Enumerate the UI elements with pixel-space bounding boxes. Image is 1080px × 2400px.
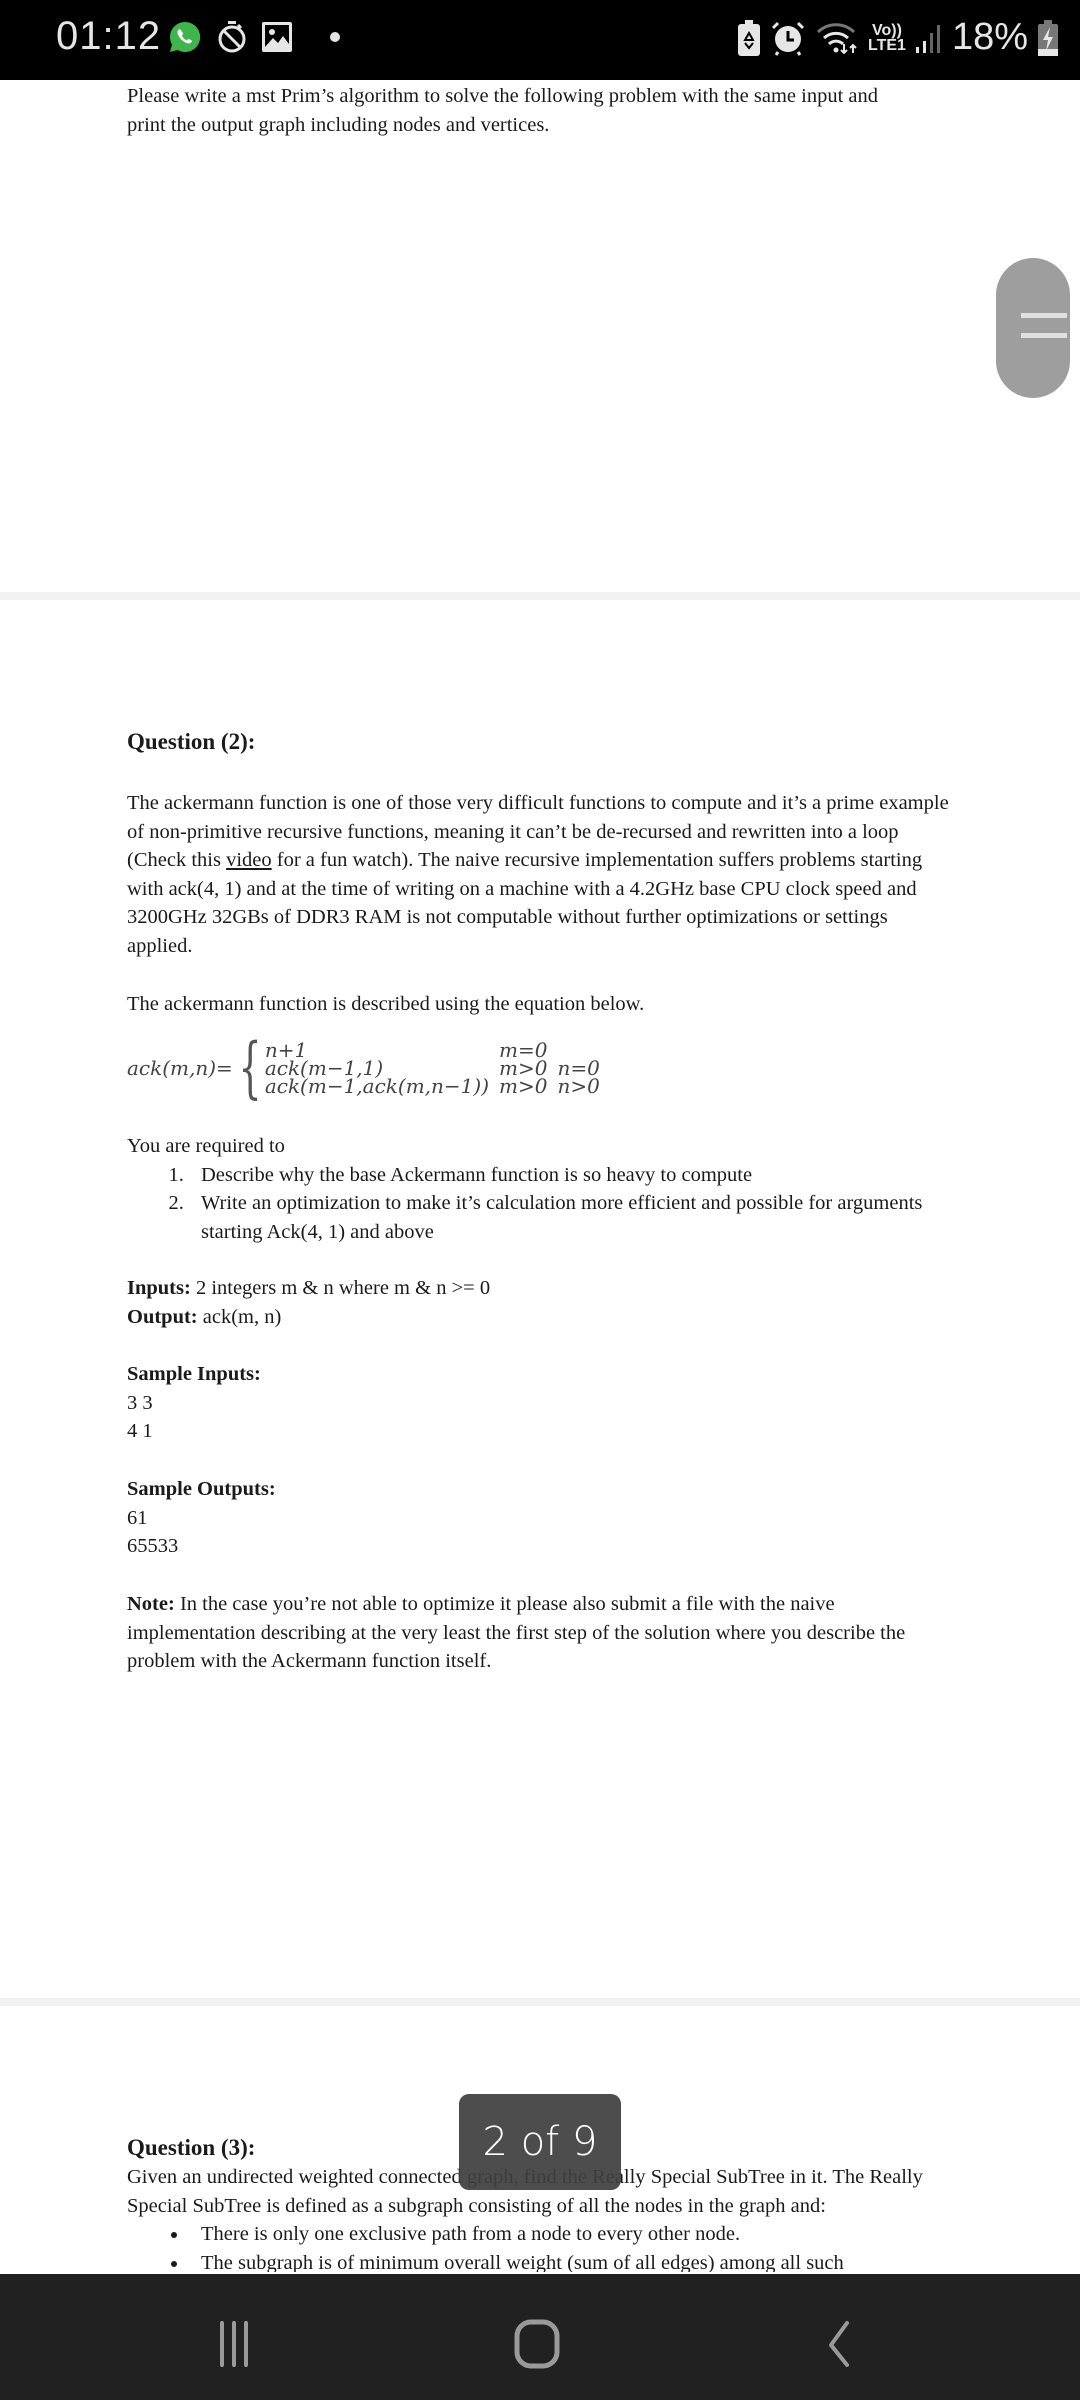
note-paragraph: Note: In the case you’re not able to opt… — [127, 1590, 957, 1676]
handle-grip-line — [1021, 333, 1067, 338]
back-button[interactable] — [800, 2304, 880, 2384]
output-line: Output: ack(m, n) — [127, 1303, 957, 1332]
timer-off-icon — [216, 20, 248, 54]
battery-charging-icon — [1038, 19, 1058, 56]
bullet-item: There is only one exclusive path from a … — [189, 2220, 957, 2249]
io-spec: Inputs: 2 integers m & n where m & n >= … — [127, 1274, 957, 1331]
gallery-icon — [262, 22, 292, 52]
page-separator — [0, 592, 1080, 600]
signal-icon — [915, 21, 942, 55]
page-indicator: 2 of 9 — [459, 2094, 621, 2190]
page1-line: Please write a mst Prim’s algorithm to s… — [127, 85, 878, 107]
ackermann-equation: ack(m,n)= { n+1 m=0 ack(m−1,1) m>0 n=0 a… — [127, 1029, 600, 1106]
sample-inputs: Sample Inputs: 3 3 4 1 — [127, 1360, 957, 1446]
lte-label: LTE1 — [868, 36, 906, 54]
page1-text: Please write a mst Prim’s algorithm to s… — [127, 82, 957, 139]
question3-bullets: There is only one exclusive path from a … — [127, 2220, 957, 2272]
sample-outputs-label: Sample Outputs: — [127, 1478, 276, 1500]
requirement-item: Write an optimization to make it’s calcu… — [189, 1189, 957, 1246]
sample-input-line: 4 1 — [127, 1420, 153, 1442]
home-icon — [514, 2319, 560, 2369]
note-text: In the case you’re not able to optimize … — [127, 1593, 906, 1672]
inputs-line: Inputs: 2 integers m & n where m & n >= … — [127, 1274, 957, 1303]
case-cond: n>0 — [557, 1074, 600, 1098]
equation-brace: { — [238, 1029, 262, 1106]
battery-percent: 18% — [951, 16, 1028, 58]
whatsapp-icon — [168, 20, 202, 54]
handle-grip-line — [1021, 313, 1067, 318]
navigation-bar — [0, 2274, 1080, 2400]
system-icons: Vo)) LTE1 18% — [738, 16, 1058, 59]
equation-lhs: ack(m,n)= — [127, 1056, 233, 1080]
battery-saver-icon — [738, 19, 760, 56]
case-expr: ack(m−1,ack(m,n−1)) — [264, 1074, 490, 1098]
case-cond: m>0 — [499, 1074, 548, 1098]
status-bar: 01:12 Vo)) LTE1 18% — [0, 0, 1080, 80]
output-text: ack(m, n) — [197, 1305, 282, 1328]
home-button[interactable] — [497, 2304, 577, 2384]
fast-scroll-handle[interactable] — [996, 258, 1070, 398]
volte-lte-icon: Vo)) LTE1 — [868, 21, 906, 54]
requirements-intro: You are required to — [127, 1135, 285, 1157]
video-link[interactable]: video — [226, 849, 272, 871]
page-indicator-label: 2 of 9 — [482, 2119, 598, 2165]
alarm-icon — [770, 20, 806, 56]
inputs-label: Inputs: — [127, 1277, 191, 1299]
sample-inputs-label: Sample Inputs: — [127, 1363, 261, 1385]
equation-cases: n+1 m=0 ack(m−1,1) m>0 n=0 ack(m−1,ack(m… — [264, 1040, 600, 1098]
document-viewer[interactable]: Please write a mst Prim’s algorithm to s… — [0, 80, 1080, 2272]
question2-heading: Question (2): — [127, 729, 256, 754]
bullet-item: The subgraph is of minimum overall weigh… — [189, 2249, 957, 2273]
notification-icons — [168, 20, 340, 54]
requirements-list: Describe why the base Ackermann function… — [127, 1161, 957, 1247]
back-icon — [829, 2321, 849, 2367]
recent-apps-icon — [220, 2321, 248, 2367]
question2-intro-paragraph: The ackermann function is one of those v… — [127, 789, 957, 960]
inputs-text: 2 integers m & n where m & n >= 0 — [190, 1277, 491, 1299]
wifi-icon — [816, 20, 858, 56]
sample-output-line: 61 — [127, 1506, 148, 1529]
volte-label: Vo)) — [872, 21, 902, 39]
sample-output-line: 65533 — [127, 1535, 179, 1557]
sample-outputs: Sample Outputs: 61 65533 — [127, 1475, 957, 1561]
page1-line: print the output graph including nodes a… — [127, 113, 550, 136]
sample-input-line: 3 3 — [127, 1391, 153, 1414]
more-notifications-dot — [330, 32, 340, 42]
requirements-section: You are required to Describe why the bas… — [127, 1132, 957, 1246]
output-label: Output: — [127, 1305, 198, 1328]
recent-apps-button[interactable] — [194, 2304, 274, 2384]
page-separator — [0, 1998, 1080, 2006]
status-time: 01:12 — [56, 14, 162, 58]
equation-caption: The ackermann function is described usin… — [127, 993, 645, 1015]
requirement-item: Describe why the base Ackermann function… — [189, 1161, 957, 1190]
note-label: Note: — [127, 1593, 175, 1615]
